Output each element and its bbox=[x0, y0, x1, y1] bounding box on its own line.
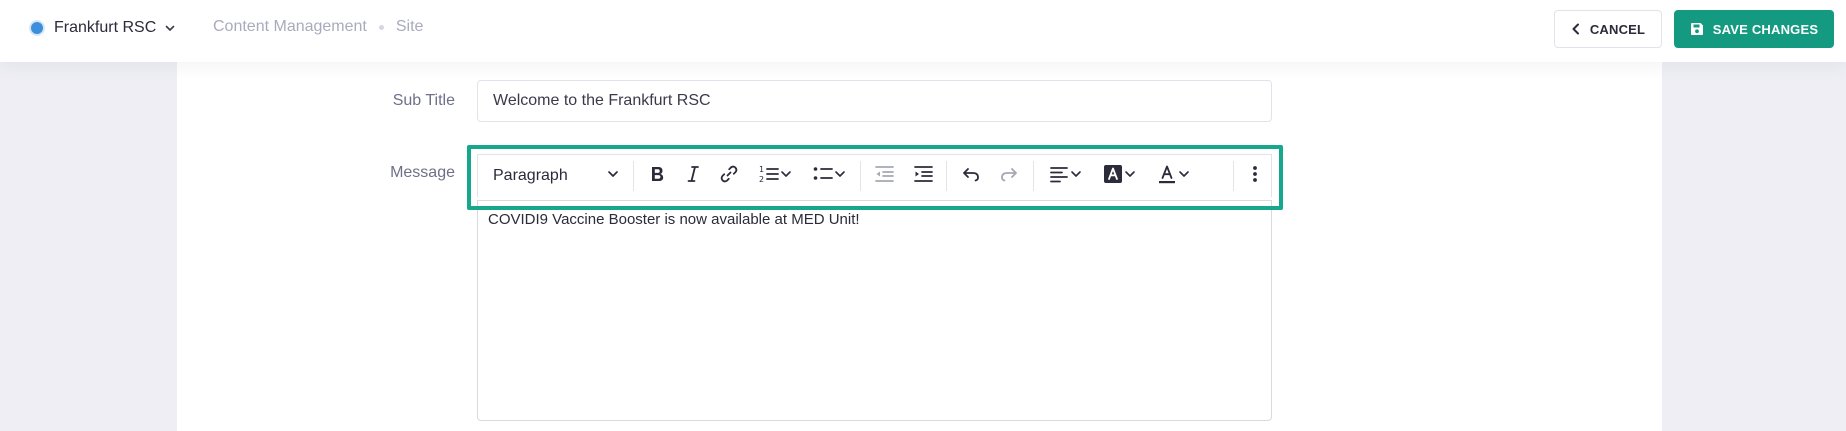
numbered-list-button[interactable]: 12 bbox=[748, 158, 802, 194]
block-format-value: Paragraph bbox=[493, 167, 568, 184]
site-switcher[interactable]: Frankfurt RSC bbox=[31, 17, 176, 39]
bulleted-list-icon bbox=[812, 163, 834, 190]
toolbar-separator bbox=[632, 161, 634, 191]
redo-icon bbox=[998, 163, 1020, 190]
message-editor[interactable]: COVIDI9 Vaccine Booster is now available… bbox=[477, 200, 1272, 421]
breadcrumb-separator bbox=[378, 24, 384, 30]
bold-button[interactable] bbox=[638, 158, 677, 194]
indent-icon bbox=[912, 163, 934, 190]
breadcrumb-item-content-management[interactable]: Content Management bbox=[213, 18, 367, 36]
chevron-left-icon bbox=[1571, 23, 1581, 35]
more-vertical-icon bbox=[1244, 163, 1266, 190]
site-name: Frankfurt RSC bbox=[54, 19, 157, 36]
chevron-down-icon bbox=[1070, 167, 1082, 185]
highlight-color-button[interactable] bbox=[1092, 158, 1146, 194]
more-options-button[interactable] bbox=[1238, 158, 1271, 194]
align-left-icon bbox=[1048, 163, 1070, 190]
redo-button[interactable] bbox=[990, 158, 1029, 194]
numbered-list-icon: 12 bbox=[758, 163, 780, 190]
cancel-button-label: CANCEL bbox=[1589, 21, 1646, 37]
chevron-down-icon bbox=[834, 167, 846, 185]
link-button[interactable] bbox=[709, 158, 748, 194]
floppy-disk-icon bbox=[1690, 22, 1704, 36]
highlight-color-icon bbox=[1102, 163, 1124, 190]
svg-text:2: 2 bbox=[759, 175, 764, 184]
svg-text:1: 1 bbox=[759, 165, 764, 174]
subtitle-label: Sub Title bbox=[392, 92, 455, 109]
save-changes-button[interactable]: SAVE CHANGES bbox=[1674, 10, 1834, 48]
subtitle-input[interactable] bbox=[477, 80, 1272, 122]
bold-icon bbox=[646, 163, 668, 190]
undo-button[interactable] bbox=[951, 158, 990, 194]
toolbar-separator bbox=[860, 161, 862, 191]
message-text: COVIDI9 Vaccine Booster is now available… bbox=[488, 211, 860, 228]
undo-icon bbox=[960, 163, 982, 190]
italic-button[interactable] bbox=[676, 158, 709, 194]
breadcrumb-item-site[interactable]: Site bbox=[396, 18, 424, 36]
italic-icon bbox=[682, 163, 704, 190]
chevron-down-icon bbox=[607, 167, 619, 185]
text-color-button[interactable] bbox=[1146, 158, 1200, 194]
chevron-down-icon bbox=[1178, 167, 1190, 185]
editor-toolbar: Paragraph 12 bbox=[477, 154, 1272, 197]
toolbar-separator bbox=[946, 161, 948, 191]
bulleted-list-button[interactable] bbox=[802, 158, 856, 194]
link-icon bbox=[718, 163, 740, 190]
toolbar-separator bbox=[1233, 161, 1235, 191]
align-button[interactable] bbox=[1038, 158, 1092, 194]
outdent-icon bbox=[873, 163, 895, 190]
text-color-icon bbox=[1156, 163, 1178, 190]
message-label: Message bbox=[390, 164, 455, 181]
breadcrumb: Content Management Site bbox=[213, 18, 423, 36]
cancel-button[interactable]: CANCEL bbox=[1554, 10, 1662, 48]
block-format-select[interactable]: Paragraph bbox=[478, 158, 629, 194]
outdent-button[interactable] bbox=[865, 158, 904, 194]
chevron-down-icon bbox=[780, 167, 792, 185]
save-button-label: SAVE CHANGES bbox=[1712, 21, 1819, 37]
toolbar-separator bbox=[1032, 161, 1034, 191]
site-status-dot bbox=[31, 22, 43, 34]
chevron-down-icon bbox=[1124, 167, 1136, 185]
chevron-down-icon bbox=[164, 22, 176, 34]
top-bar: Frankfurt RSC Content Management Site CA… bbox=[0, 0, 1846, 62]
indent-button[interactable] bbox=[904, 158, 943, 194]
